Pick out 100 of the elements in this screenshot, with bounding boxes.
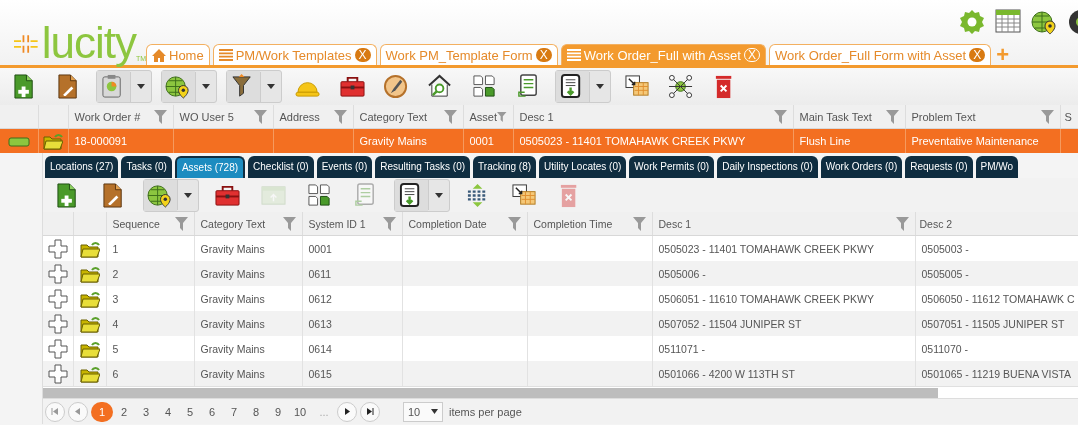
table-cell: 2 [106,261,194,286]
tab[interactable]: Events (0) [316,156,373,178]
filter-icon[interactable] [253,109,267,124]
column-header[interactable]: Completion Time [527,212,652,236]
filter-icon[interactable] [885,109,899,124]
table-cell: 0615 [302,361,402,386]
filter-icon[interactable] [895,216,909,231]
page-link[interactable]: 4 [157,401,179,422]
page-link[interactable]: 10 [289,401,311,422]
filter-icon[interactable] [507,216,521,231]
filter-icon[interactable] [282,216,296,231]
tab[interactable]: Tasks (0) [121,156,172,178]
page-size-dropdown[interactable]: 10 [403,401,443,422]
next-page-icon [343,408,351,415]
column-header[interactable]: Desc 1 [513,105,793,129]
tab[interactable]: Assets (728) [174,156,246,178]
home-icon [152,48,166,62]
page-link[interactable]: 3 [135,401,157,422]
globe-icon[interactable] [1068,9,1078,35]
open-folder-icon[interactable] [79,314,100,333]
open-folder-icon[interactable] [43,132,63,150]
first-page-button[interactable] [45,401,65,422]
tab[interactable]: Tracking (8) [473,156,537,178]
column-header[interactable]: Category Text [194,212,302,236]
page-size-label: items per page [449,405,522,418]
table-cell: 0507052 - 11504 JUNIPER ST [652,311,915,336]
previous-page-button[interactable] [68,401,88,422]
open-folder-icon[interactable] [79,264,100,283]
column-header[interactable]: Work Order # [68,105,173,129]
caret-icon [137,84,145,89]
expand-icon[interactable] [47,313,68,334]
filter-icon[interactable] [382,216,396,231]
table-cell: 0611 [302,261,402,286]
column-header[interactable]: Problem Text [905,105,1060,129]
tab[interactable]: Locations (27) [45,156,119,178]
expand-icon[interactable] [47,263,68,284]
page-link[interactable]: 2 [113,401,135,422]
column-header[interactable]: Address [273,105,353,129]
tab[interactable]: Daily Inspections (0) [717,156,818,178]
filter-icon[interactable] [497,109,507,124]
next-page-button[interactable] [337,401,357,422]
tab[interactable]: Requests (0) [905,156,973,178]
table-cell: Gravity Mains [194,261,302,286]
column-header[interactable]: Asset [463,105,513,129]
filter-icon[interactable] [773,109,787,124]
horizontal-scrollbar[interactable] [43,386,1078,398]
list-icon [566,49,581,61]
table-cell: 0501066 - 4200 W 113TH ST [652,361,915,386]
table-cell: Preventative Maintenance [905,128,1060,153]
filter-icon[interactable] [632,216,646,231]
last-page-button[interactable] [360,401,380,422]
filter-icon[interactable] [333,109,347,124]
expand-icon[interactable] [47,288,68,309]
collapse-icon[interactable] [7,137,30,148]
table-cell: 6 [106,361,194,386]
tab[interactable]: PM/Wo [975,156,1019,178]
dropdown-button[interactable] [555,70,611,103]
open-folder-icon[interactable] [79,239,100,258]
expand-icon[interactable] [47,363,68,384]
table-cell: 0613 [302,311,402,336]
open-folder-icon[interactable] [79,364,100,383]
column-header[interactable]: Sequence [106,212,194,236]
globe-pin-icon[interactable] [1031,9,1058,35]
column-header[interactable]: WO User 5 [173,105,273,129]
tab[interactable]: Work Permits (0) [629,156,715,178]
column-header[interactable]: Desc 2 [915,212,1078,236]
filter-icon[interactable] [1040,109,1054,124]
filter-icon[interactable] [443,109,457,124]
filter-icon[interactable] [174,216,188,231]
column-header[interactable]: System ID 1 [302,212,402,236]
tab[interactable]: Utility Locates (0) [539,156,627,178]
settings-icon[interactable] [959,9,985,35]
expand-icon[interactable] [47,238,68,259]
dropdown-button[interactable] [394,178,450,212]
export-document-icon [395,179,428,211]
globe-pin-icon [144,179,177,211]
open-folder-icon[interactable] [79,339,100,358]
caret-icon [202,84,210,89]
column-header[interactable]: Category Text [353,105,463,129]
tab[interactable]: Resulting Tasks (0) [375,156,471,178]
tab[interactable]: Work Orders (0) [820,156,903,178]
filter-icon[interactable] [153,109,167,124]
column-header[interactable]: Desc 1 [652,212,915,236]
page-link[interactable]: 5 [179,401,201,422]
tab[interactable]: Checklist (0) [248,156,314,178]
table-cell: 18-000091 [68,128,173,153]
caret-icon [267,84,275,89]
page-link[interactable]: 9 [267,401,289,422]
expand-icon[interactable] [47,338,68,359]
calendar-icon[interactable] [995,9,1021,33]
page-link[interactable]: 7 [223,401,245,422]
column-header[interactable]: Main Task Text [793,105,905,129]
column-header[interactable]: Completion Date [402,212,527,236]
table-cell: Gravity Mains [194,361,302,386]
dropdown-button[interactable] [226,70,282,103]
page-link[interactable]: 8 [245,401,267,422]
page-link[interactable]: 6 [201,401,223,422]
open-folder-icon[interactable] [79,289,100,308]
funnel-icon [227,71,260,102]
export-document-icon [556,71,589,102]
